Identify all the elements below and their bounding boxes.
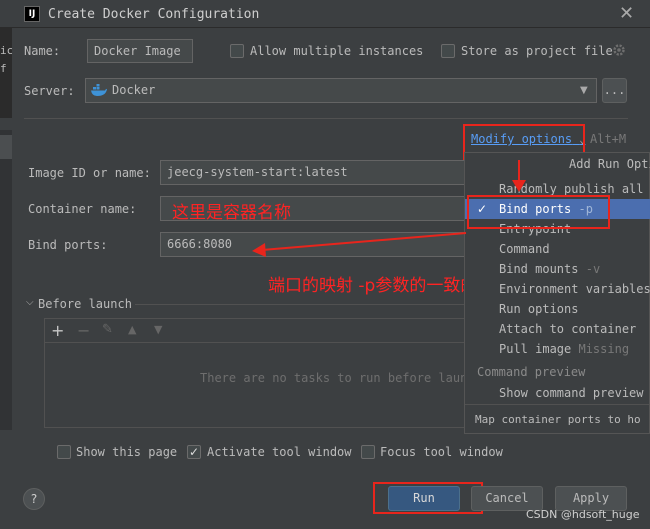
annotation-arrows: [252, 160, 526, 257]
watermark: CSDN @hdsoft_huge: [526, 508, 640, 521]
arrowhead-icon: [512, 180, 526, 192]
annotation-arrow-left: [261, 232, 467, 251]
arrowhead-icon: [252, 243, 266, 257]
